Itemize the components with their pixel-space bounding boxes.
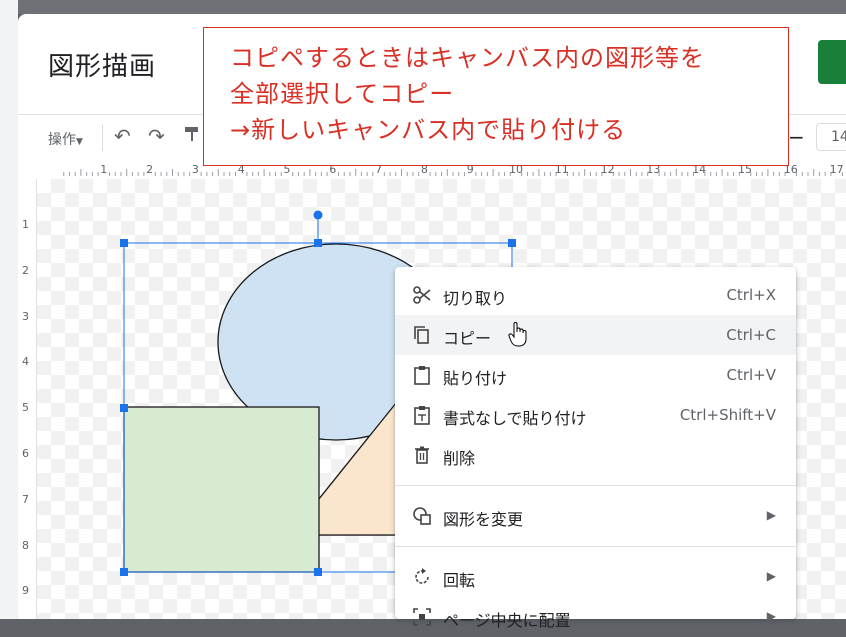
menu-item-paste[interactable]: 貼り付け Ctrl+V [395,355,796,395]
decrease-font-size-button[interactable]: − [788,125,805,149]
annotation-callout: コピペするときはキャンバス内の図形等を 全部選択してコピー →新しいキャンバス内… [203,27,789,166]
center-icon [413,608,431,626]
scissors-icon [413,286,431,304]
resize-handle[interactable] [120,404,128,412]
context-menu: 切り取り Ctrl+X コピー Ctrl+C 貼り付け Ctrl+V 書式なしで… [395,267,796,630]
menu-item-label: 切り取り [443,289,508,308]
callout-line-1: コピペするときはキャンバス内の図形等を [230,44,705,72]
menu-divider [395,546,796,547]
actions-menu-label: 操作 [48,132,76,148]
trash-icon [415,446,429,464]
ruler-number: 8 [22,538,29,552]
clipboard-icon [414,366,430,385]
vertical-ruler: 1 2 3 4 5 6 7 8 9 [18,179,37,619]
menu-item-label: 削除 [443,449,476,468]
hand-cursor-icon [508,322,527,347]
submenu-arrow-icon: ▶ [766,569,776,583]
ruler-number: 9 [22,584,29,598]
menu-item-label: 書式なしで貼り付け [443,409,587,428]
menu-item-rotate[interactable]: 回転 ▶ [395,557,796,597]
menu-item-label: 回転 [443,571,476,590]
menu-item-delete[interactable]: 削除 [395,435,796,475]
rotate-icon [415,568,429,584]
rectangle-shape[interactable] [123,406,320,573]
menu-item-change-shape[interactable]: 図形を変更 ▶ [395,496,796,536]
ruler-number: 2 [22,263,29,277]
copy-icon [414,326,429,344]
ruler-number: 4 [22,355,29,369]
callout-line-3: →新しいキャンバス内で貼り付ける [230,116,627,144]
menu-item-shortcut: Ctrl+X [726,286,776,304]
menu-item-shortcut: Ctrl+V [726,366,776,384]
resize-handle[interactable] [314,568,322,576]
menu-item-label: コピー [443,329,492,348]
ruler-number: 2 [146,163,154,176]
ruler-number: 3 [22,309,29,323]
ruler-number: 6 [22,447,29,460]
paint-format-icon[interactable] [184,125,202,143]
dialog-title: 図形描画 [48,52,157,82]
menu-divider [395,485,796,486]
menu-item-center-on-page[interactable]: ページ中央に配置 ▶ [395,597,796,637]
ruler-number: 3 [191,163,199,176]
ruler-number: 5 [22,401,29,415]
toolbar-divider [102,125,103,151]
ruler-number: 7 [22,492,29,506]
resize-handle[interactable] [508,239,516,247]
resize-handle[interactable] [314,239,322,247]
undo-icon[interactable]: ↶ [114,124,131,148]
callout-line-2: 全部選択してコピー [230,80,455,108]
caret-down-icon: ▼ [76,137,83,147]
submenu-arrow-icon: ▶ [766,609,776,623]
save-and-close-button[interactable] [818,40,846,84]
menu-item-label: 図形を変更 [443,510,524,529]
paste-plain-icon [414,406,430,425]
menu-item-copy[interactable]: コピー Ctrl+C [395,315,796,355]
redo-icon[interactable]: ↷ [148,124,165,148]
ruler-number: 1 [22,218,29,231]
menu-item-shortcut: Ctrl+Shift+V [679,406,776,424]
ruler-number: 1 [100,163,108,176]
menu-item-label: 貼り付け [443,369,508,388]
resize-handle[interactable] [120,568,128,576]
menu-item-paste-plain[interactable]: 書式なしで貼り付け Ctrl+Shift+V [395,395,796,435]
menu-item-cut[interactable]: 切り取り Ctrl+X [395,275,796,315]
ruler-number: 17 [829,163,844,176]
rotate-handle[interactable] [313,210,323,220]
shapes-icon [413,507,431,525]
actions-menu-button[interactable]: 操作▼ [48,129,83,149]
background-app-edge [0,0,18,619]
submenu-arrow-icon: ▶ [766,508,776,522]
menu-item-shortcut: Ctrl+C [726,326,776,344]
background-app-bar [0,0,846,14]
font-size-field[interactable]: 14 [816,123,846,151]
resize-handle[interactable] [120,239,128,247]
menu-item-label: ページ中央に配置 [443,611,571,630]
